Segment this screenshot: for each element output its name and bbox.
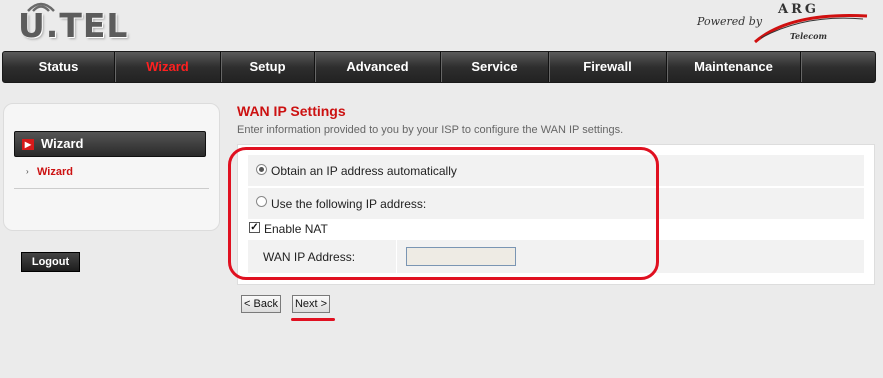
- nav-service[interactable]: Service: [441, 52, 549, 82]
- sidebar-heading-label: Wizard: [41, 136, 84, 151]
- powered-by-text: Powered by: [697, 15, 763, 28]
- nav-setup[interactable]: Setup: [221, 52, 315, 82]
- page-title: WAN IP Settings: [237, 103, 346, 119]
- sidebar-item-wizard[interactable]: Wizard: [37, 166, 73, 178]
- nav-wizard[interactable]: Wizard: [115, 52, 221, 82]
- back-button[interactable]: < Back: [241, 295, 281, 313]
- highlight-annotation: [228, 147, 659, 280]
- nav-status[interactable]: Status: [3, 52, 115, 82]
- nav-advanced[interactable]: Advanced: [315, 52, 441, 82]
- logout-button[interactable]: Logout: [21, 252, 80, 272]
- nav-firewall[interactable]: Firewall: [549, 52, 667, 82]
- powered-by-logo: Powered by ARG Telecom: [695, 2, 870, 44]
- nav-maintenance[interactable]: Maintenance: [667, 52, 801, 82]
- next-button[interactable]: Next >: [292, 295, 330, 313]
- chevron-right-icon: ▶: [22, 139, 34, 150]
- brand-name: ARG: [778, 2, 819, 17]
- wifi-wave-icon: [27, 2, 55, 12]
- main-nav: Status Wizard Setup Advanced Service Fir…: [2, 51, 876, 83]
- sidebar-divider: [14, 188, 209, 189]
- utel-logo: U.TEL: [18, 2, 128, 44]
- small-chevron-icon: ›: [26, 167, 29, 176]
- sidebar-panel: [3, 103, 220, 231]
- page-subtitle: Enter information provided to you by you…: [237, 124, 624, 136]
- brand-sub: Telecom: [790, 31, 827, 41]
- sidebar-heading[interactable]: ▶ Wizard: [14, 131, 206, 157]
- next-underline-annotation: [291, 318, 335, 321]
- logo-text: U.TEL: [18, 6, 129, 45]
